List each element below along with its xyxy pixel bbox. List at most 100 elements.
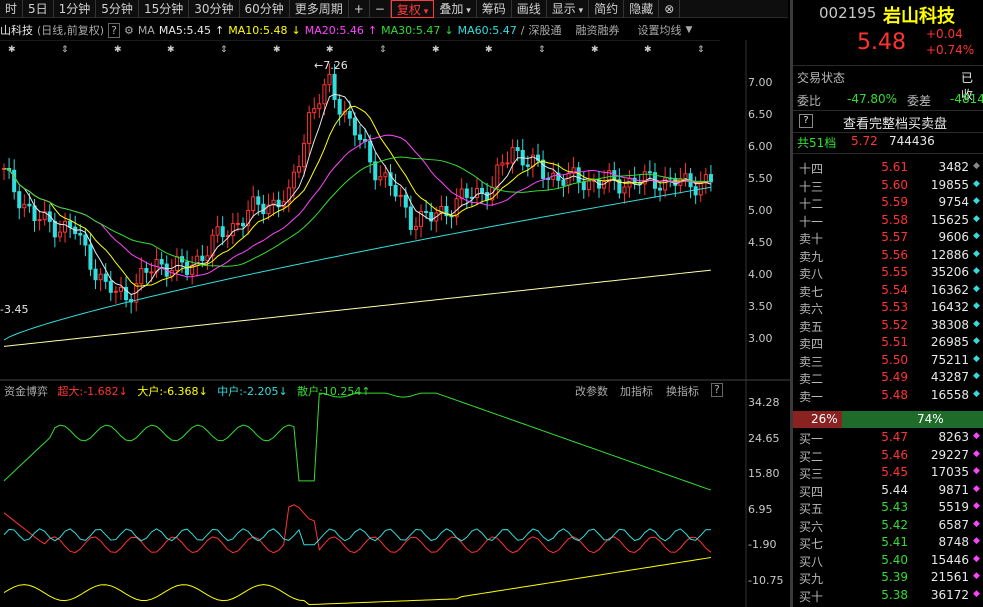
toolbar-item-4[interactable]: 15分钟 bbox=[139, 0, 190, 18]
toolbar-item-1[interactable]: 5日 bbox=[23, 0, 54, 18]
event-marker-icon[interactable]: ⇕ bbox=[379, 45, 387, 55]
candle-down bbox=[541, 159, 546, 179]
event-marker-icon[interactable]: ✱ bbox=[591, 45, 599, 55]
sell-level-row[interactable]: 卖一 5.48 16558 ◆ bbox=[793, 388, 983, 406]
sell-level-row[interactable]: 卖十 5.57 9606 ◆ bbox=[793, 230, 983, 248]
toolbar-item-12[interactable]: 筹码 bbox=[477, 0, 512, 18]
event-marker-icon[interactable]: ✱ bbox=[167, 45, 175, 55]
candle-up bbox=[57, 231, 62, 238]
ma60-line bbox=[3, 186, 711, 341]
help-icon[interactable]: ? bbox=[108, 22, 120, 38]
sell-level-row[interactable]: 卖七 5.54 16362 ◆ bbox=[793, 283, 983, 301]
level-marker-icon: ◆ bbox=[973, 466, 980, 476]
event-marker-icon[interactable]: ⇕ bbox=[538, 45, 546, 55]
ma-label: MA bbox=[137, 23, 155, 37]
event-marker-icon[interactable]: ⇕ bbox=[61, 45, 69, 55]
candle-up bbox=[235, 222, 240, 225]
toolbar-item-7[interactable]: 更多周期 bbox=[290, 0, 349, 18]
level-volume: 15625 bbox=[930, 212, 969, 227]
toolbar-item-15[interactable]: 简约 bbox=[589, 0, 625, 18]
big-value: 大户:-6.368 bbox=[137, 385, 199, 398]
candle-down bbox=[68, 220, 73, 228]
buy-level-row[interactable]: 买六 5.42 6587 ◆ bbox=[793, 518, 983, 536]
toolbar-item-0[interactable]: 时 bbox=[0, 0, 24, 18]
level-label: 卖七 bbox=[799, 284, 824, 299]
buy-level-row[interactable]: 买九 5.39 21561 ◆ bbox=[793, 570, 983, 588]
level-marker-icon: ◆ bbox=[973, 536, 980, 546]
level-marker-icon: ◆ bbox=[973, 213, 980, 224]
candle-up bbox=[586, 180, 591, 191]
event-marker-icon[interactable]: ✱ bbox=[485, 45, 493, 55]
buy-level-row[interactable]: 买十 5.38 36172 ◆ bbox=[793, 588, 983, 606]
candle-up bbox=[118, 286, 123, 292]
buy-level-row[interactable]: 买四 5.44 9871 ◆ bbox=[793, 483, 983, 501]
level-label: 卖一 bbox=[799, 389, 824, 404]
buy-level-row[interactable]: 买三 5.45 17035 ◆ bbox=[793, 465, 983, 483]
toolbar-item-3[interactable]: 5分钟 bbox=[96, 0, 139, 18]
event-marker-icon[interactable]: ✱ bbox=[326, 45, 334, 55]
indicator-help-icon[interactable]: ? bbox=[711, 383, 723, 397]
settings-dropdown-icon[interactable]: ▼ bbox=[686, 25, 693, 35]
level-price: 5.53 bbox=[881, 300, 908, 314]
candle-down bbox=[480, 187, 485, 194]
buy-ratio-text: 26% bbox=[811, 412, 838, 426]
toolbar-item-6[interactable]: 60分钟 bbox=[240, 0, 290, 18]
full-book-button[interactable]: 查看完整档买卖盘 bbox=[843, 113, 947, 132]
toolbar-item-label: ⊗ bbox=[664, 1, 675, 16]
sell-level-row[interactable]: 卖五 5.52 38308 ◆ bbox=[793, 318, 983, 336]
event-marker-icon[interactable]: ✱ bbox=[432, 45, 440, 55]
level-marker-icon: ◆ bbox=[973, 588, 980, 599]
sell-level-row[interactable]: 十三 5.60 19855 ◆ bbox=[793, 178, 983, 196]
buy-level-row[interactable]: 买七 5.41 8748 ◆ bbox=[793, 535, 983, 553]
change-params-button[interactable]: 改参数 bbox=[575, 383, 608, 399]
toolbar-item-17[interactable]: ⊗ bbox=[659, 0, 681, 18]
toolbar-item-16[interactable]: 隐藏 bbox=[624, 0, 660, 18]
kline-chart[interactable]: ✱ ⇕ ✱ ✱ ⇕ ✱ ✱ ⇕ ✱ ✱ ⇕ ✱ ✱ ⇕ bbox=[0, 40, 790, 607]
sell-level-row[interactable]: 十一 5.58 15625 ◆ bbox=[793, 213, 983, 231]
candle-down bbox=[647, 171, 652, 174]
dropdown-caret-icon: ▾ bbox=[420, 6, 429, 17]
candle-down bbox=[408, 206, 413, 230]
sell-level-row[interactable]: 卖二 5.49 43287 ◆ bbox=[793, 370, 983, 388]
levels-total-price: 5.72 bbox=[851, 134, 878, 148]
toolbar-item-14[interactable]: 显示 ▾ bbox=[547, 0, 590, 18]
event-marker-icon[interactable]: ⇕ bbox=[220, 45, 228, 55]
event-marker-icon[interactable]: ✱ bbox=[273, 45, 281, 55]
add-indicator-button[interactable]: 加指标 bbox=[620, 383, 653, 399]
toolbar-item-11[interactable]: 叠加 ▾ bbox=[434, 0, 477, 18]
event-marker-icon[interactable]: ✱ bbox=[644, 45, 652, 55]
toolbar-item-5[interactable]: 30分钟 bbox=[189, 0, 240, 18]
gear-icon[interactable]: ⚙ bbox=[124, 24, 134, 37]
margin-link[interactable]: 融资融券 bbox=[576, 22, 620, 38]
exchange-link[interactable]: 深股通 bbox=[529, 22, 562, 38]
toolbar-item-label: 叠加 bbox=[439, 1, 464, 16]
candle-up bbox=[230, 223, 235, 237]
buy-level-row[interactable]: 买二 5.46 29227 ◆ bbox=[793, 448, 983, 466]
toolbar-item-9[interactable]: − bbox=[370, 0, 391, 18]
switch-indicator-button[interactable]: 换指标 bbox=[666, 383, 699, 399]
toolbar-item-2[interactable]: 1分钟 bbox=[54, 0, 97, 18]
sell-level-row[interactable]: 十四 5.61 3482 ◆ bbox=[793, 160, 983, 178]
sell-level-row[interactable]: 十二 5.59 9754 ◆ bbox=[793, 195, 983, 213]
toolbar-item-13[interactable]: 画线 bbox=[512, 0, 547, 18]
dropdown-caret-icon: ▾ bbox=[463, 5, 471, 16]
toolbar-item-8[interactable]: + bbox=[349, 0, 370, 18]
candle-down bbox=[220, 226, 225, 238]
toolbar-item-10[interactable]: 复权 ▾ bbox=[390, 0, 435, 18]
event-marker-icon[interactable]: ✱ bbox=[8, 45, 16, 55]
buy-level-row[interactable]: 买一 5.47 8263 ◆ bbox=[793, 430, 983, 448]
sell-level-row[interactable]: 卖四 5.51 26985 ◆ bbox=[793, 335, 983, 353]
level-marker-icon: ◆ bbox=[973, 161, 980, 171]
sell-level-row[interactable]: 卖三 5.50 75211 ◆ bbox=[793, 353, 983, 371]
sell-level-row[interactable]: 卖九 5.56 12886 ◆ bbox=[793, 248, 983, 266]
buy-level-row[interactable]: 买八 5.40 15446 ◆ bbox=[793, 553, 983, 571]
sell-level-row[interactable]: 卖八 5.55 35206 ◆ bbox=[793, 265, 983, 283]
ma-settings-button[interactable]: 设置均线 bbox=[638, 22, 682, 38]
event-marker-icon[interactable]: ⇕ bbox=[697, 45, 705, 55]
level-volume: 8263 bbox=[938, 430, 969, 444]
full-book-help-icon[interactable]: ? bbox=[799, 114, 813, 128]
level-label: 买九 bbox=[799, 572, 824, 586]
buy-level-row[interactable]: 买五 5.43 5519 ◆ bbox=[793, 500, 983, 518]
event-marker-icon[interactable]: ✱ bbox=[114, 45, 122, 55]
sell-level-row[interactable]: 卖六 5.53 16432 ◆ bbox=[793, 300, 983, 318]
